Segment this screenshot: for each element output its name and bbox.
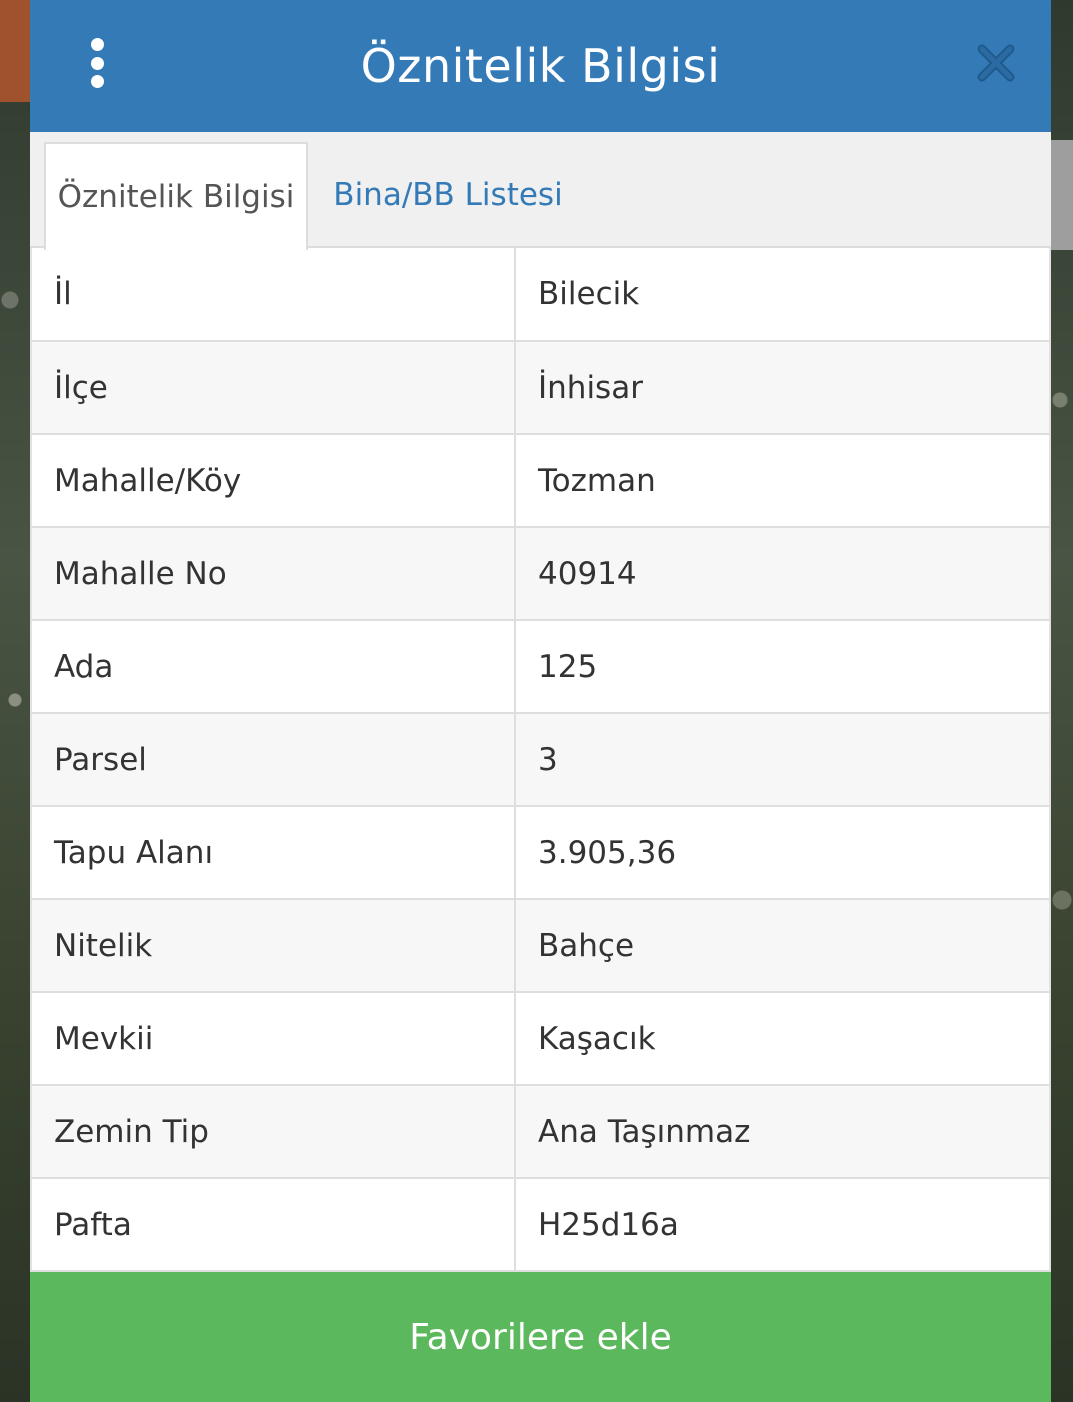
- attribute-key: Zemin Tip: [31, 1085, 516, 1179]
- attribute-key: Parsel: [31, 713, 516, 807]
- table-row: İlçe İnhisar: [31, 341, 1050, 435]
- attribute-value: Tozman: [515, 434, 1050, 528]
- table-row: Mevkii Kaşacık: [31, 992, 1050, 1086]
- table-row: Parsel 3: [31, 713, 1050, 807]
- attribute-value: 3.905,36: [515, 806, 1050, 900]
- attribute-key: Nitelik: [31, 899, 516, 993]
- kebab-menu-icon[interactable]: [86, 38, 108, 88]
- attribute-value: 3: [515, 713, 1050, 807]
- attribute-value: 40914: [515, 527, 1050, 621]
- attribute-value: İnhisar: [515, 341, 1050, 435]
- attribute-key: İl: [31, 248, 516, 342]
- attribute-key: Mahalle/Köy: [31, 434, 516, 528]
- attribute-key: Tapu Alanı: [31, 806, 516, 900]
- attribute-key: Mevkii: [31, 992, 516, 1086]
- table-row: Mahalle No 40914: [31, 527, 1050, 621]
- attribute-key: Ada: [31, 620, 516, 714]
- table-row: Nitelik Bahçe: [31, 899, 1050, 993]
- map-feature: [0, 0, 30, 102]
- attribute-key: Pafta: [31, 1178, 516, 1272]
- table-row: Tapu Alanı 3.905,36: [31, 806, 1050, 900]
- table-row: Zemin Tip Ana Taşınmaz: [31, 1085, 1050, 1179]
- attribute-value: Bahçe: [515, 899, 1050, 993]
- add-favorite-button[interactable]: Favorilere ekle: [30, 1272, 1051, 1402]
- table-row: Mahalle/Köy Tozman: [31, 434, 1050, 528]
- table-row: İl Bilecik: [31, 248, 1050, 342]
- table-row: Ada 125: [31, 620, 1050, 714]
- tab-building-list[interactable]: Bina/BB Listesi: [330, 142, 566, 248]
- attribute-key: İlçe: [31, 341, 516, 435]
- attribute-value: Ana Taşınmaz: [515, 1085, 1050, 1179]
- panel-header: Öznitelik Bilgisi: [30, 0, 1051, 132]
- tab-bar: Öznitelik Bilgisi Bina/BB Listesi: [30, 132, 1051, 250]
- map-side-control: [1051, 140, 1073, 250]
- table-row: Pafta H25d16a: [31, 1178, 1050, 1272]
- tab-attribute-info[interactable]: Öznitelik Bilgisi: [44, 142, 308, 250]
- attribute-panel: Öznitelik Bilgisi Öznitelik Bilgisi Bina…: [30, 0, 1051, 1402]
- attribute-key: Mahalle No: [31, 527, 516, 621]
- attribute-table: İl Bilecik İlçe İnhisar Mahalle/Köy Tozman Mah…: [30, 248, 1051, 1272]
- attribute-value: 125: [515, 620, 1050, 714]
- panel-title: Öznitelik Bilgisi: [360, 39, 721, 93]
- close-icon[interactable]: [977, 44, 1015, 82]
- attribute-value: H25d16a: [515, 1178, 1050, 1272]
- attribute-value: Bilecik: [515, 248, 1050, 342]
- attribute-value: Kaşacık: [515, 992, 1050, 1086]
